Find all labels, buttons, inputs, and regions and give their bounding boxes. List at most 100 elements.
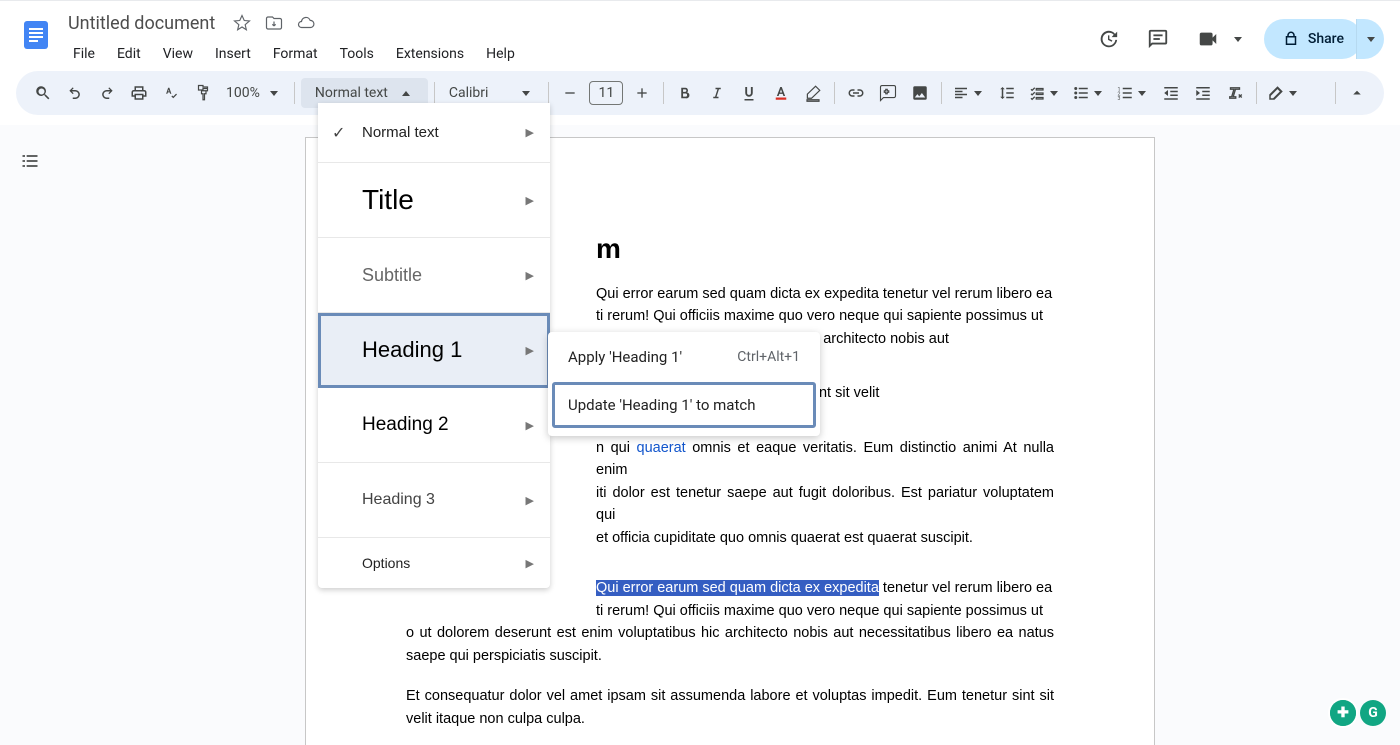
document-title[interactable]: Untitled document	[64, 13, 219, 34]
submenu-arrow-icon: ▶	[526, 557, 534, 570]
docs-app-icon[interactable]	[16, 9, 56, 61]
separator	[434, 82, 435, 104]
indent-decrease-icon[interactable]	[1156, 78, 1186, 108]
cloud-status-icon[interactable]	[297, 14, 315, 32]
separator	[663, 82, 664, 104]
insert-link-icon[interactable]	[841, 78, 871, 108]
clear-formatting-icon[interactable]	[1220, 78, 1250, 108]
editing-mode-icon[interactable]	[1263, 78, 1305, 108]
doc-title-row: Untitled document	[64, 9, 1088, 37]
meet-caret-icon[interactable]	[1228, 37, 1248, 42]
menu-tools[interactable]: Tools	[331, 42, 383, 66]
spellcheck-icon[interactable]	[156, 78, 186, 108]
menu-help[interactable]: Help	[477, 42, 524, 66]
update-heading1-to-match[interactable]: Update 'Heading 1' to match	[554, 384, 814, 426]
italic-icon[interactable]	[702, 78, 732, 108]
comments-icon[interactable]	[1138, 19, 1178, 59]
submenu-arrow-icon: ▶	[526, 344, 534, 357]
keyboard-shortcut: Ctrl+Alt+1	[737, 349, 800, 365]
underline-icon[interactable]	[734, 78, 764, 108]
style-option-options[interactable]: Options ▶	[318, 538, 550, 588]
add-comment-icon[interactable]	[873, 78, 903, 108]
submenu-arrow-icon: ▶	[526, 269, 534, 282]
numbered-list-icon[interactable]: 123	[1112, 78, 1154, 108]
indent-increase-icon[interactable]	[1188, 78, 1218, 108]
search-icon[interactable]	[28, 78, 58, 108]
style-option-normal-text[interactable]: ✓ Normal text ▶	[318, 103, 550, 163]
align-icon[interactable]	[948, 78, 990, 108]
titlebar: Untitled document File Edit View Insert …	[0, 0, 1400, 69]
insert-image-icon[interactable]	[905, 78, 935, 108]
menu-view[interactable]: View	[154, 42, 202, 66]
left-gutter	[0, 125, 60, 745]
style-option-heading-1[interactable]: Heading 1 ▶	[318, 313, 550, 388]
line-spacing-icon[interactable]	[992, 78, 1022, 108]
collapse-toolbar-icon[interactable]	[1342, 78, 1372, 108]
menu-insert[interactable]: Insert	[206, 42, 260, 66]
heading1-submenu: Apply 'Heading 1' Ctrl+Alt+1 Update 'Hea…	[548, 332, 820, 436]
menu-format[interactable]: Format	[264, 42, 327, 66]
share-button[interactable]: Share	[1264, 19, 1362, 59]
print-icon[interactable]	[124, 78, 154, 108]
move-icon[interactable]	[265, 14, 283, 32]
highlight-icon[interactable]	[798, 78, 828, 108]
toolbar-wrap: 100% Normal text Calibri 11	[0, 69, 1400, 125]
menu-edit[interactable]: Edit	[108, 42, 150, 66]
titlebar-right: Share	[1088, 9, 1384, 59]
submenu-arrow-icon: ▶	[526, 419, 534, 432]
toolbar: 100% Normal text Calibri 11	[16, 71, 1384, 115]
extension-badge-icon[interactable]: ✚	[1330, 700, 1356, 726]
doc-paragraph: o ut dolorem deserunt est enim voluptati…	[406, 622, 1054, 667]
font-size-increase[interactable]	[627, 78, 657, 108]
separator	[294, 82, 295, 104]
font-value: Calibri	[449, 85, 489, 101]
redo-icon[interactable]	[92, 78, 122, 108]
submenu-arrow-icon: ▶	[526, 194, 534, 207]
menubar: File Edit View Insert Format Tools Exten…	[64, 39, 1088, 69]
separator	[548, 82, 549, 104]
font-size-input[interactable]: 11	[589, 81, 623, 105]
svg-text:3: 3	[1118, 96, 1121, 102]
doc-paragraph: Et consequatur dolor vel amet ipsam sit …	[406, 685, 1054, 730]
paint-format-icon[interactable]	[188, 78, 218, 108]
check-icon: ✓	[332, 123, 345, 143]
text-color-icon[interactable]	[766, 78, 796, 108]
style-option-subtitle[interactable]: Subtitle ▶	[318, 238, 550, 313]
style-option-title[interactable]: Title ▶	[318, 163, 550, 238]
share-caret[interactable]	[1356, 19, 1384, 59]
meet-icon[interactable]	[1188, 19, 1228, 59]
separator	[941, 82, 942, 104]
selected-text: Qui error earum sed quam dicta ex expedi…	[596, 580, 879, 596]
style-option-heading-2[interactable]: Heading 2 ▶	[318, 388, 550, 463]
zoom-select[interactable]: 100%	[220, 85, 288, 101]
star-icon[interactable]	[233, 14, 251, 32]
font-select[interactable]: Calibri	[441, 85, 543, 101]
submenu-arrow-icon: ▶	[526, 494, 534, 507]
separator	[1256, 82, 1257, 104]
menu-extensions[interactable]: Extensions	[387, 42, 473, 66]
paragraph-style-value: Normal text	[315, 85, 388, 101]
meet-button[interactable]	[1188, 19, 1248, 59]
outline-toggle-icon[interactable]	[12, 143, 48, 179]
menu-file[interactable]: File	[64, 42, 104, 66]
bulleted-list-icon[interactable]	[1068, 78, 1110, 108]
share-label: Share	[1308, 31, 1344, 47]
submenu-arrow-icon: ▶	[526, 126, 534, 139]
separator	[1335, 82, 1336, 104]
extension-badges: ✚ G	[1330, 700, 1386, 726]
bold-icon[interactable]	[670, 78, 700, 108]
history-icon[interactable]	[1088, 19, 1128, 59]
checklist-icon[interactable]	[1024, 78, 1066, 108]
undo-icon[interactable]	[60, 78, 90, 108]
separator	[834, 82, 835, 104]
paragraph-styles-dropdown: ✓ Normal text ▶ Title ▶ Subtitle ▶ Headi…	[318, 103, 550, 588]
apply-heading1[interactable]: Apply 'Heading 1' Ctrl+Alt+1	[548, 338, 820, 376]
font-size-decrease[interactable]	[555, 78, 585, 108]
style-option-heading-3[interactable]: Heading 3 ▶	[318, 463, 550, 538]
zoom-value: 100%	[226, 85, 260, 101]
font-size-group: 11	[555, 78, 657, 108]
grammarly-icon[interactable]: G	[1360, 700, 1386, 726]
title-center: Untitled document File Edit View Insert …	[64, 9, 1088, 69]
doc-title-icons	[233, 14, 315, 32]
doc-link[interactable]: quaerat	[637, 440, 686, 456]
